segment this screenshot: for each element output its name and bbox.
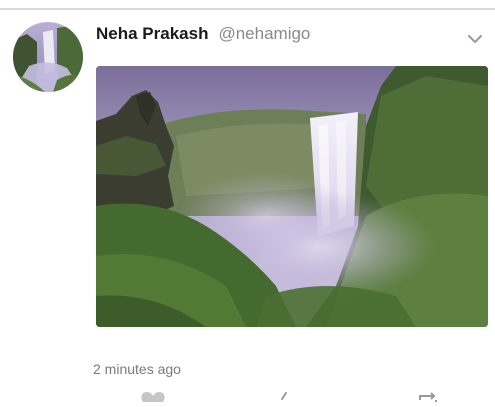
- avatar[interactable]: [13, 22, 83, 92]
- tweet-card: Neha Prakash @nehamigo 2 minutes ago: [0, 0, 495, 407]
- chevron-down-icon[interactable]: [466, 32, 484, 46]
- tweet-photo[interactable]: [96, 66, 488, 327]
- user-handle[interactable]: @nehamigo: [218, 24, 310, 44]
- reply-icon[interactable]: [278, 389, 292, 407]
- author-row: Neha Prakash @nehamigo: [96, 24, 310, 46]
- heart-icon[interactable]: [140, 389, 166, 407]
- display-name[interactable]: Neha Prakash: [96, 24, 208, 44]
- timestamp: 2 minutes ago: [93, 361, 181, 377]
- retweet-icon[interactable]: [417, 389, 439, 407]
